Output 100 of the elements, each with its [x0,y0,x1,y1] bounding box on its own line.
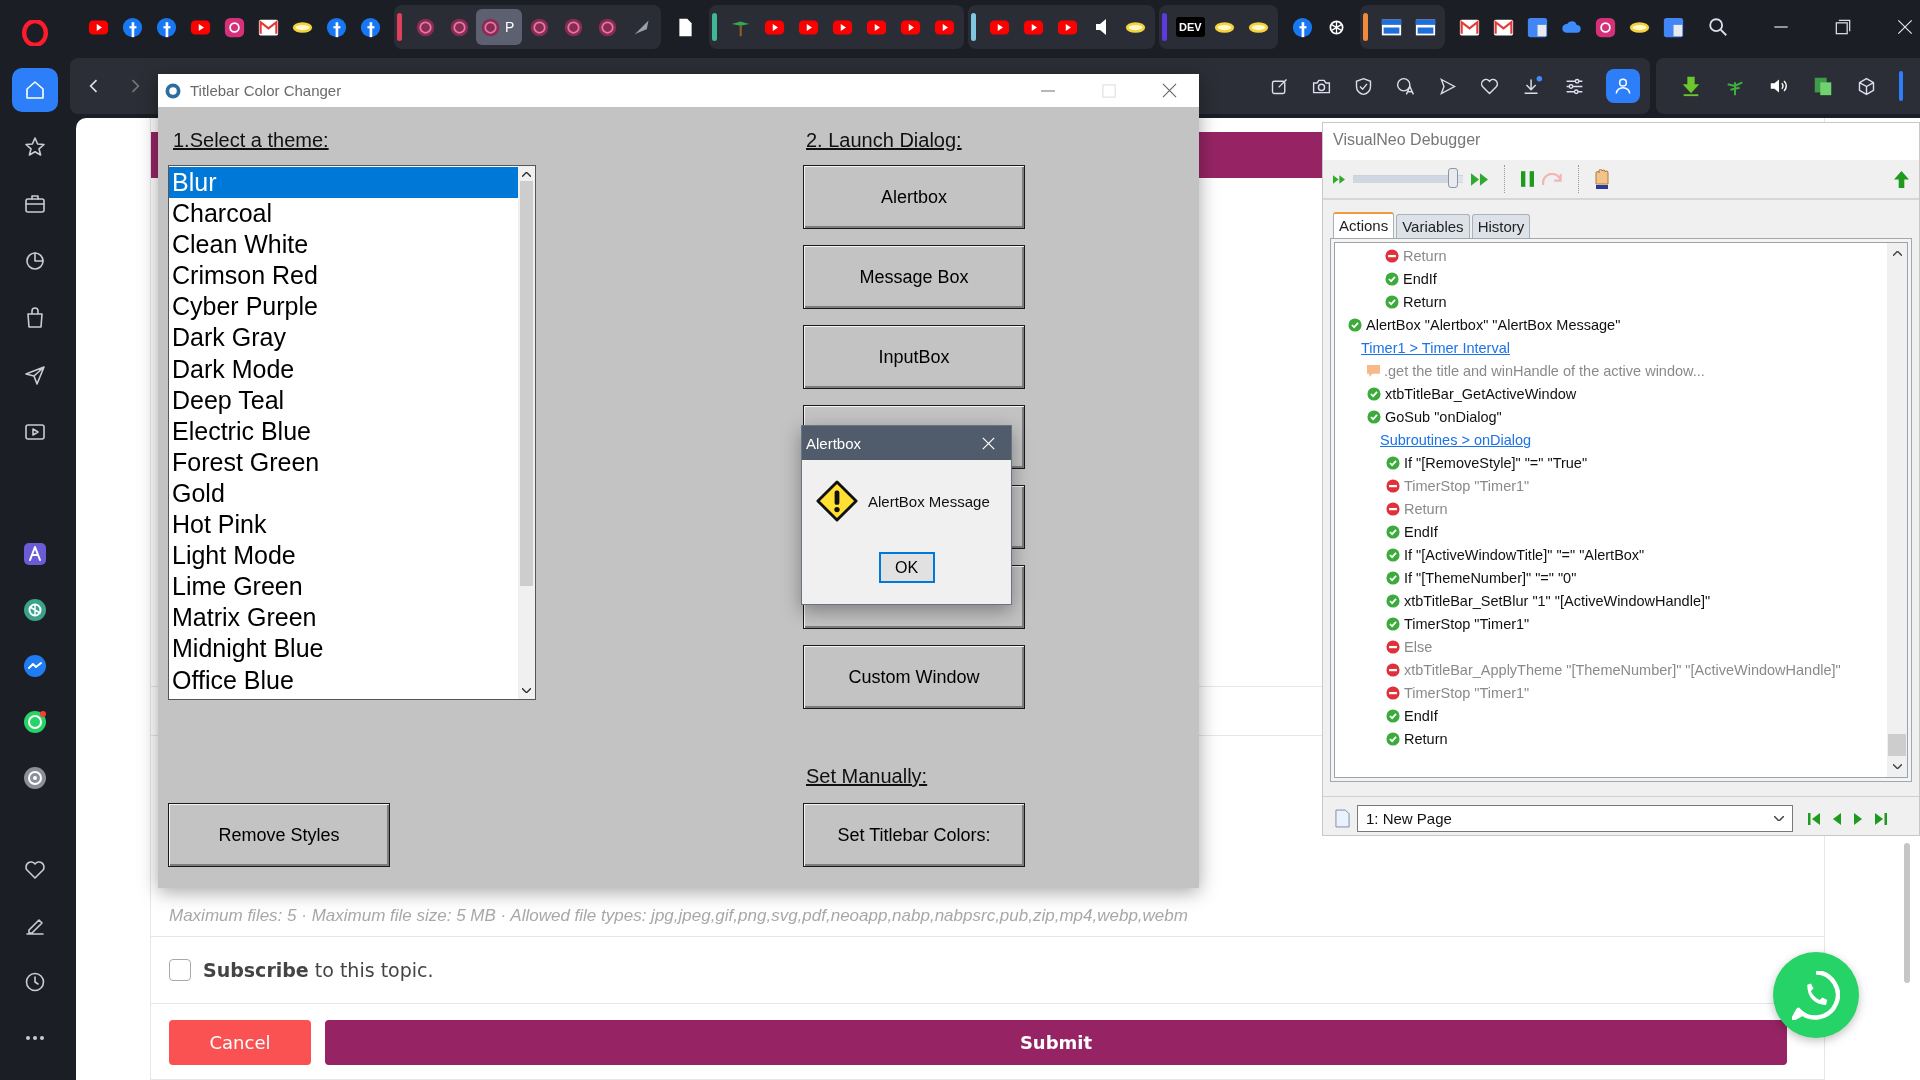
page-icon [1335,809,1350,828]
tab-group-marker[interactable] [1162,13,1168,41]
scroll-thumb[interactable] [1888,734,1906,756]
remove-styles-button[interactable]: Remove Styles [168,803,390,867]
log-link[interactable]: Timer1 > Timer Interval [1361,339,1510,356]
theme-option[interactable]: Lime Green [169,571,518,603]
home-icon [23,78,47,102]
dialog-title: Alertbox [806,434,862,452]
log-line: Return [1404,730,1448,747]
theme-option[interactable]: Office Blue [169,664,518,696]
theme-option[interactable]: Dark Mode [169,353,518,385]
close-icon[interactable] [1162,83,1177,98]
tab-group-marker[interactable] [397,13,402,41]
theme-option[interactable]: Forest Green [169,446,518,478]
sidebar-item[interactable] [12,68,58,112]
browser-tab[interactable]: P [476,9,523,45]
ring-icon [528,16,550,38]
subscribe-checkbox[interactable] [169,959,191,981]
window-title: VisualNeo Debugger [1323,123,1919,160]
log-line: Return [1403,293,1447,310]
profile-button[interactable] [1606,69,1640,103]
tab-group-marker[interactable] [971,13,977,41]
cube-icon[interactable] [1856,75,1877,97]
debugger-tab[interactable]: Actions [1333,212,1395,238]
log-line: xtbTitleBar_SetBlur "1" "[ActiveWindowHandle]" [1404,592,1711,609]
theme-option[interactable]: Dark Gray [169,322,518,354]
upload-hint: Maximum files: 5 · Maximum file size: 5 MB · Allowed file types: jpg,jpeg,gif,png,svg,pdf,neoapp,nabp,nabpsrc,pub,zip,mp4,webp,webm [168,905,1189,927]
search-icon[interactable] [1707,16,1730,38]
dialog-button[interactable]: Message Box [803,245,1025,309]
restart-icon[interactable] [1542,172,1562,186]
dialog-button[interactable]: InputBox [803,325,1025,389]
next-icon[interactable] [1854,812,1862,825]
theme-option[interactable]: Light Mode [169,540,518,572]
dialog-button[interactable]: Custom Window [803,645,1025,709]
chat-icon [23,654,47,678]
shield-icon[interactable] [1353,75,1374,97]
scroll-down-icon[interactable] [1892,764,1902,769]
opera-logo-icon[interactable] [22,20,48,46]
log-line: AlertBox "Alertbox" "AlertBox Message" [1366,316,1621,333]
log-line: If "[ActiveWindowTitle]" "=" "AlertBox" [1404,546,1645,563]
previous-icon[interactable] [1833,812,1841,825]
camera-icon [1594,16,1616,38]
theme-option[interactable]: Blur [169,167,518,199]
log-comment: .get the title and winHandle of the active window... [1384,362,1705,379]
log-line: xtbTitleBar_GetActiveWindow [1385,385,1577,402]
translate-icon [1526,16,1548,38]
send-icon[interactable] [1437,75,1458,97]
ring-icon [596,16,618,38]
debugger-tab[interactable]: Variables [1396,214,1470,238]
camera-icon [223,16,245,38]
theme-option[interactable]: Midnight Blue [169,633,518,665]
submit-button[interactable]: Submit [325,1020,1787,1065]
log-line: If "[ThemeNumber]" "=" "0" [1404,569,1577,586]
theme-option[interactable]: Electric Blue [169,415,518,447]
section-heading: 2. Launch Dialog: [806,129,963,152]
clock-icon [23,970,47,994]
theme-option[interactable]: Hot Pink [169,509,518,541]
theme-option[interactable]: Clean White [169,229,518,261]
theme-option[interactable]: Deep Teal [169,384,518,416]
fast-forward-icon[interactable] [1333,174,1345,184]
hand-icon[interactable] [1595,168,1609,190]
last-page-icon[interactable] [1875,812,1887,825]
log-line: TimerStop "Timer1" [1404,477,1530,494]
scroll-thumb[interactable] [520,181,533,586]
scrollbar[interactable] [1904,843,1910,983]
theme-option[interactable]: Charcoal [169,198,518,230]
ok-button[interactable]: OK [878,552,935,583]
log-line: TimerStop "Timer1" [1404,615,1530,632]
log-line: EndIf [1404,523,1438,540]
clipboard-icon[interactable] [1812,75,1834,97]
scroll-up-icon[interactable] [1892,251,1902,256]
translate-icon[interactable] [1395,75,1416,97]
tab-group-marker[interactable] [712,13,718,41]
theme-option[interactable]: Cyber Purple [169,291,518,323]
scroll-up-icon[interactable] [522,172,531,177]
page-dropdown[interactable]: 1: New Page [1357,805,1793,832]
log-line: TimerStop "Timer1" [1404,684,1530,701]
dialog-message: AlertBox Message [868,492,990,510]
theme-option[interactable]: Gold [169,477,518,510]
theme-option[interactable]: Crimson Red [169,260,518,292]
chevron-down-icon [1774,816,1784,821]
set-colors-button[interactable]: Set Titlebar Colors: [803,803,1025,867]
debugger-tab[interactable]: History [1471,214,1531,238]
download-arrow-icon[interactable] [1680,75,1702,97]
log-link[interactable]: Subroutines > onDialog [1380,431,1532,448]
pause-icon[interactable] [1521,171,1534,187]
round-logo-icon [121,16,143,38]
translate-icon [1662,16,1684,38]
theme-option[interactable]: Matrix Green [169,602,518,634]
section-heading: 1.Select a theme: [173,129,330,152]
up-arrow-icon[interactable] [1894,170,1909,188]
first-page-icon[interactable] [1808,812,1820,825]
log-line: If "[RemoveStyle]" "=" "True" [1404,454,1588,471]
fast-forward-icon[interactable] [1471,172,1488,186]
dialog-button[interactable]: Alertbox [803,165,1025,229]
scroll-down-icon[interactable] [522,688,531,693]
more-icon [25,1035,45,1041]
log-line: xtbTitleBar_ApplyTheme "[ThemeNumber]" "[ActiveWindowHandle]" [1404,661,1841,678]
tab-group-marker[interactable] [1363,13,1369,41]
log-line: Return [1403,247,1447,264]
